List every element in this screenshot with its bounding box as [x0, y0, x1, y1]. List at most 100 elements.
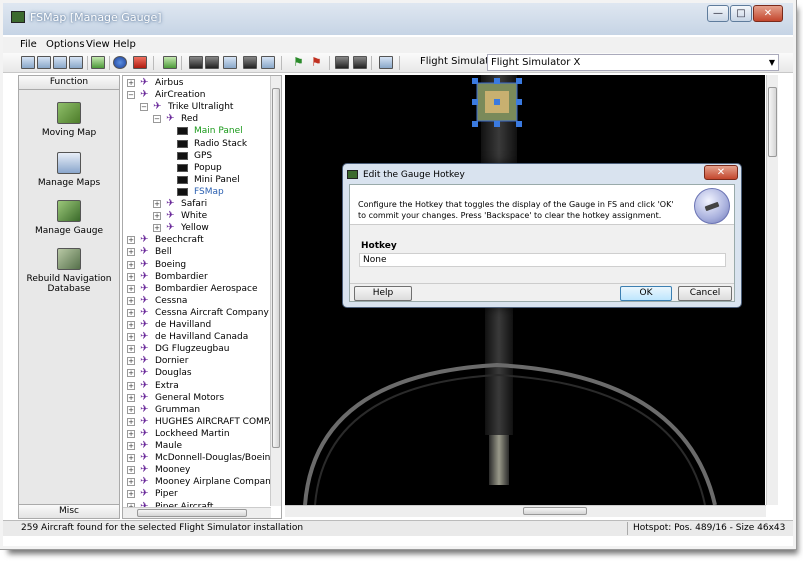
ok-button[interactable]: OK	[620, 286, 672, 301]
collapse-icon[interactable]: −	[140, 103, 148, 112]
remove-flag-icon[interactable]: ⚑	[311, 56, 325, 69]
add-flag-icon[interactable]: ⚑	[293, 56, 307, 69]
tree-node-label: Airbus	[155, 78, 184, 88]
toolbar-separator	[87, 56, 88, 70]
panel-2-icon[interactable]	[205, 56, 219, 69]
fs-select[interactable]: Flight Simulator X ▼	[487, 54, 779, 71]
aircraft-icon: ✈	[140, 379, 149, 391]
monitor-2-icon[interactable]	[353, 56, 367, 69]
function-moving-map[interactable]: Moving Map	[19, 102, 119, 138]
expand-icon[interactable]: +	[127, 369, 135, 378]
moving-map-icon	[57, 102, 81, 124]
expand-icon[interactable]: +	[127, 79, 135, 87]
function-label: Manage Gauge	[34, 226, 104, 236]
expand-icon[interactable]: +	[127, 296, 135, 305]
tree-vertical-scrollbar[interactable]	[270, 76, 281, 506]
aircraft-icon: ✈	[140, 415, 149, 427]
save-icon[interactable]	[223, 56, 237, 69]
panel-icon[interactable]	[189, 56, 203, 69]
tree-node-label: Safari	[181, 199, 208, 209]
expand-icon[interactable]: +	[127, 308, 135, 317]
aircraft-icon: ✈	[140, 440, 149, 451]
expand-icon[interactable]: +	[127, 357, 135, 366]
minimize-button[interactable]: —	[707, 5, 729, 22]
toolbar-separator	[371, 56, 372, 70]
collapse-icon[interactable]: −	[153, 115, 161, 124]
expand-icon[interactable]: +	[127, 429, 135, 438]
menu-file[interactable]: File	[20, 39, 37, 50]
dialog-footer: Help OK Cancel	[350, 283, 734, 302]
aircraft-icon: ✈	[140, 391, 149, 403]
canvas-vertical-scrollbar[interactable]	[766, 75, 778, 505]
tree-node-label: AirCreation	[155, 90, 206, 101]
aircraft-icon: ✈	[140, 294, 149, 306]
scroll-thumb[interactable]	[137, 509, 247, 517]
toolbar-separator	[399, 56, 400, 70]
tree-node-label: Bell	[155, 247, 172, 258]
gauge-edit-icon[interactable]	[261, 56, 275, 69]
menu-view[interactable]: View	[86, 39, 110, 50]
expand-icon[interactable]: +	[153, 212, 161, 221]
collapse-icon[interactable]: −	[127, 91, 135, 100]
monitor-icon[interactable]	[335, 56, 349, 69]
gauge-icon	[177, 187, 188, 196]
hotkey-field[interactable]: None	[359, 253, 726, 267]
expand-icon[interactable]: +	[127, 478, 135, 487]
expand-icon[interactable]: +	[153, 224, 161, 233]
expand-icon[interactable]: +	[127, 381, 135, 390]
reload-icon[interactable]	[163, 56, 177, 69]
expand-icon[interactable]: +	[127, 260, 135, 269]
help-icon[interactable]	[113, 56, 127, 69]
toolbar-separator	[329, 56, 330, 70]
menu-help[interactable]: Help	[113, 39, 136, 50]
expand-icon[interactable]: +	[127, 417, 135, 426]
menu-options[interactable]: Options	[46, 39, 85, 50]
expand-icon[interactable]: +	[127, 333, 135, 342]
aircraft-icon: ✈	[140, 331, 149, 343]
function-manage-gauge[interactable]: Manage Gauge	[19, 200, 119, 236]
tree-node-label: General Motors	[155, 392, 225, 403]
scroll-thumb[interactable]	[523, 507, 587, 515]
aircraft-icon: ✈	[140, 306, 149, 318]
exit-icon[interactable]	[133, 56, 147, 69]
expand-icon[interactable]: +	[127, 405, 135, 414]
expand-icon[interactable]: +	[127, 393, 135, 402]
tree-node-label: Extra	[155, 380, 179, 391]
expand-icon[interactable]: +	[127, 490, 135, 499]
maps-tool-icon[interactable]	[37, 56, 51, 69]
expand-icon[interactable]: +	[127, 442, 135, 450]
cancel-button[interactable]: Cancel	[678, 286, 732, 301]
fs-select-value: Flight Simulator X	[491, 57, 581, 68]
function-manage-maps[interactable]: Manage Maps	[19, 152, 119, 188]
tree-node-label: Dornier	[155, 356, 189, 367]
help-button[interactable]: Help	[354, 286, 412, 301]
aircraft-icon: ✈	[140, 367, 149, 379]
expand-icon[interactable]: +	[127, 345, 135, 354]
settings-icon[interactable]	[379, 56, 393, 69]
expand-icon[interactable]: +	[127, 284, 135, 293]
expand-icon[interactable]: +	[153, 200, 161, 208]
toolbar-separator	[153, 56, 154, 70]
expand-icon[interactable]: +	[127, 454, 135, 463]
close-button[interactable]: ✕	[753, 5, 783, 22]
scroll-thumb[interactable]	[768, 87, 777, 157]
gauge-tool-icon[interactable]	[53, 56, 67, 69]
gauge-view-icon[interactable]	[243, 56, 257, 69]
window-title: FSMap [Manage Gauge]	[30, 11, 162, 24]
canvas-horizontal-scrollbar[interactable]	[285, 505, 766, 517]
function-rebuild-db[interactable]: Rebuild Navigation Database	[19, 248, 119, 294]
maximize-button[interactable]: □	[730, 5, 752, 22]
moving-map-tool-icon[interactable]	[21, 56, 35, 69]
expand-icon[interactable]: +	[127, 236, 135, 245]
dialog-close-button[interactable]: ✕	[704, 165, 738, 180]
scroll-thumb[interactable]	[272, 88, 280, 448]
tree-horizontal-scrollbar[interactable]	[123, 507, 271, 518]
misc-footer[interactable]: Misc	[19, 504, 119, 518]
expand-icon[interactable]: +	[127, 248, 135, 257]
expand-icon[interactable]: +	[127, 272, 135, 281]
database-tool-icon[interactable]	[69, 56, 83, 69]
refresh-tool-icon[interactable]	[91, 56, 105, 69]
expand-icon[interactable]: +	[127, 466, 135, 475]
expand-icon[interactable]: +	[127, 321, 135, 329]
tree-node-label: Bombardier Aerospace	[155, 283, 258, 294]
